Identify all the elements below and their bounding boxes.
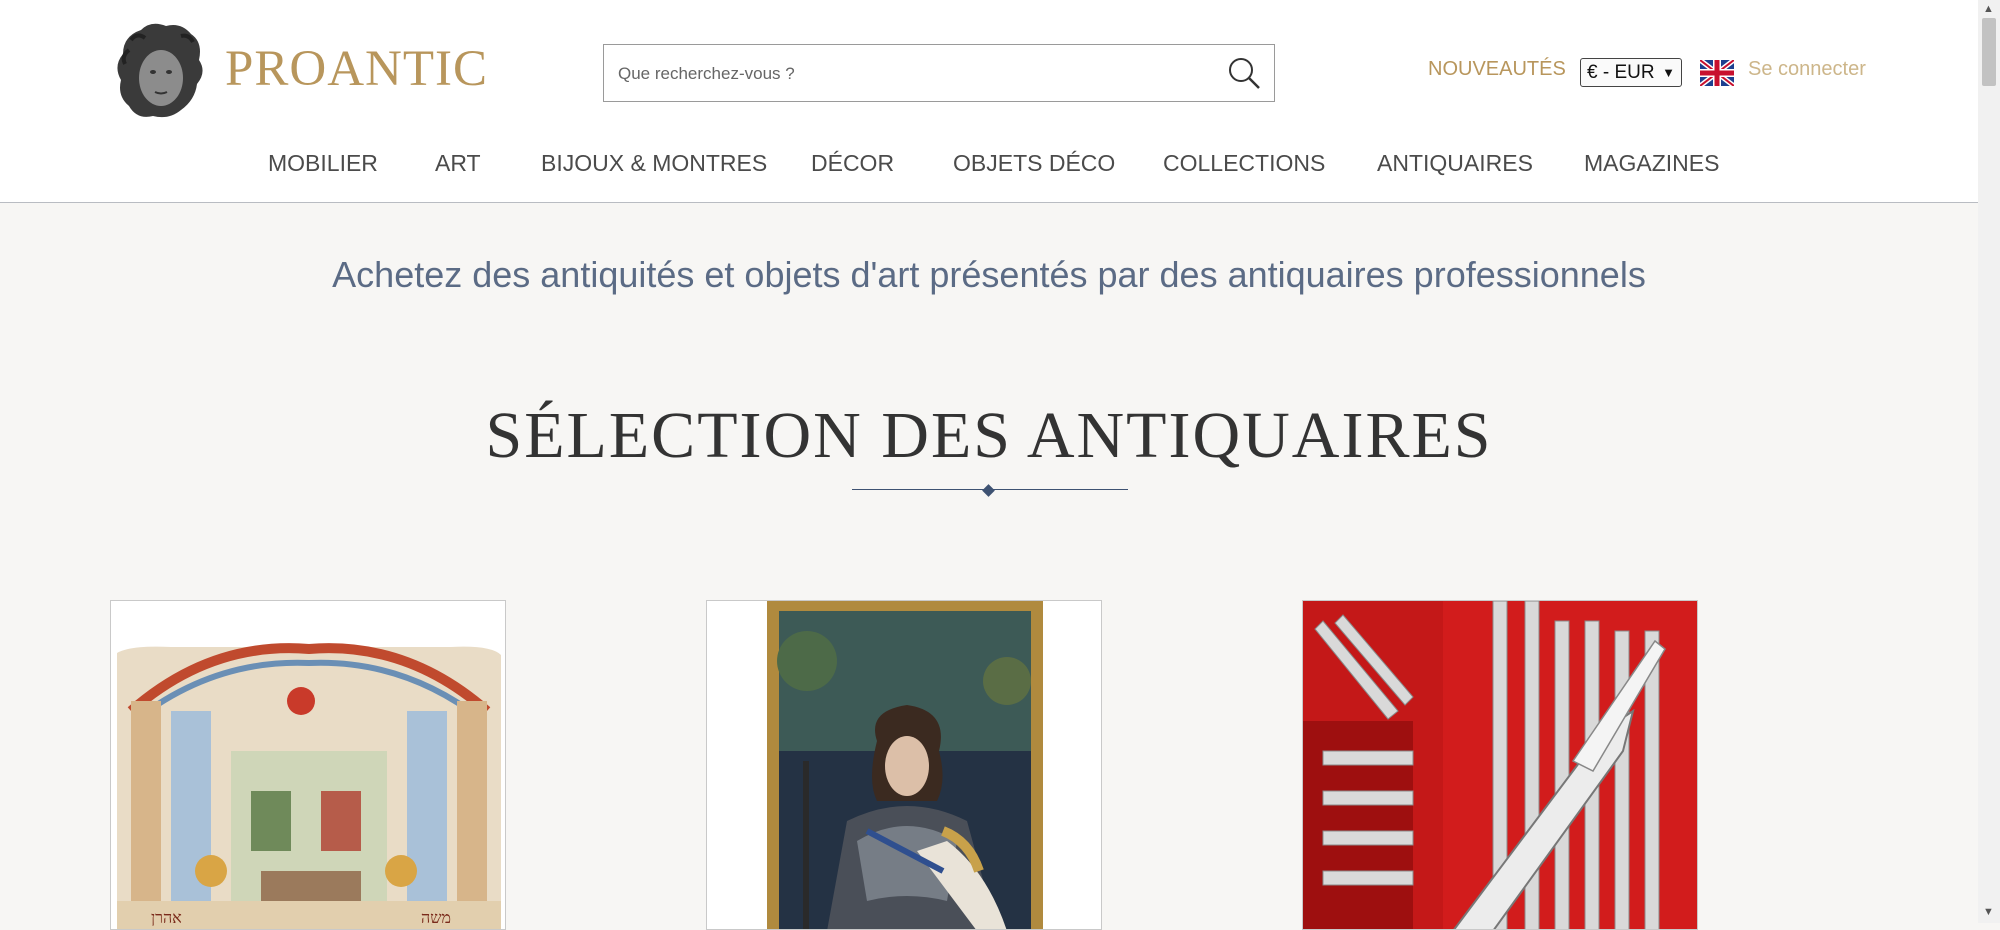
logo-text[interactable]: PROANTIC (225, 40, 488, 98)
uk-flag-icon[interactable] (1700, 60, 1734, 86)
scroll-down-arrow-icon[interactable]: ▼ (1983, 906, 1994, 918)
nav-item-collections[interactable]: COLLECTIONS (1163, 150, 1325, 177)
new-arrivals-link[interactable]: NOUVEAUTÉS (1428, 58, 1566, 81)
site-header: PROANTIC NOUVEAUTÉS € - EUR ▼ Se connect… (0, 0, 1978, 203)
section-title: SÉLECTION DES ANTIQUAIRES (485, 399, 1493, 472)
nav-item-decor[interactable]: DÉCOR (811, 150, 894, 177)
nav-item-antiquaires[interactable]: ANTIQUAIRES (1377, 150, 1533, 177)
scroll-up-arrow-icon[interactable]: ▲ (1983, 3, 1994, 15)
search-input[interactable] (616, 45, 1200, 103)
nav-item-bijoux-montres[interactable]: BIJOUX & MONTRES (541, 150, 767, 177)
currency-select[interactable]: € - EUR ▼ (1580, 58, 1682, 87)
login-link[interactable]: Se connecter (1748, 58, 1866, 81)
page-scrollbar[interactable]: ▲ ▼ (1978, 0, 2000, 923)
nav-item-mobilier[interactable]: MOBILIER (268, 150, 378, 177)
nav-item-art[interactable]: ART (435, 150, 481, 177)
logo-bust-icon[interactable] (111, 20, 211, 122)
svg-text:אהרן: אהרן (151, 908, 182, 927)
tagline: Achetez des antiquités et objets d'art p… (332, 254, 1646, 295)
tapestry-image: אהרן משה (111, 601, 505, 929)
scroll-thumb[interactable] (1982, 18, 1996, 86)
search-box (603, 44, 1275, 103)
chevron-down-icon: ▼ (1662, 65, 1675, 80)
silverware-image (1303, 601, 1697, 929)
svg-text:משה: משה (421, 908, 451, 927)
product-card-portrait[interactable] (706, 600, 1102, 930)
nav-item-magazines[interactable]: MAGAZINES (1584, 150, 1719, 177)
divider-diamond-icon (982, 484, 995, 497)
product-card-silverware[interactable] (1302, 600, 1698, 930)
search-icon[interactable] (1226, 55, 1262, 91)
currency-value: € - EUR (1587, 62, 1655, 83)
main-nav: MOBILIER ART BIJOUX & MONTRES DÉCOR OBJE… (0, 150, 1978, 180)
portrait-image (707, 601, 1101, 929)
nav-item-objets-deco[interactable]: OBJETS DÉCO (953, 150, 1115, 177)
product-card-tapestry[interactable]: אהרן משה (110, 600, 506, 930)
